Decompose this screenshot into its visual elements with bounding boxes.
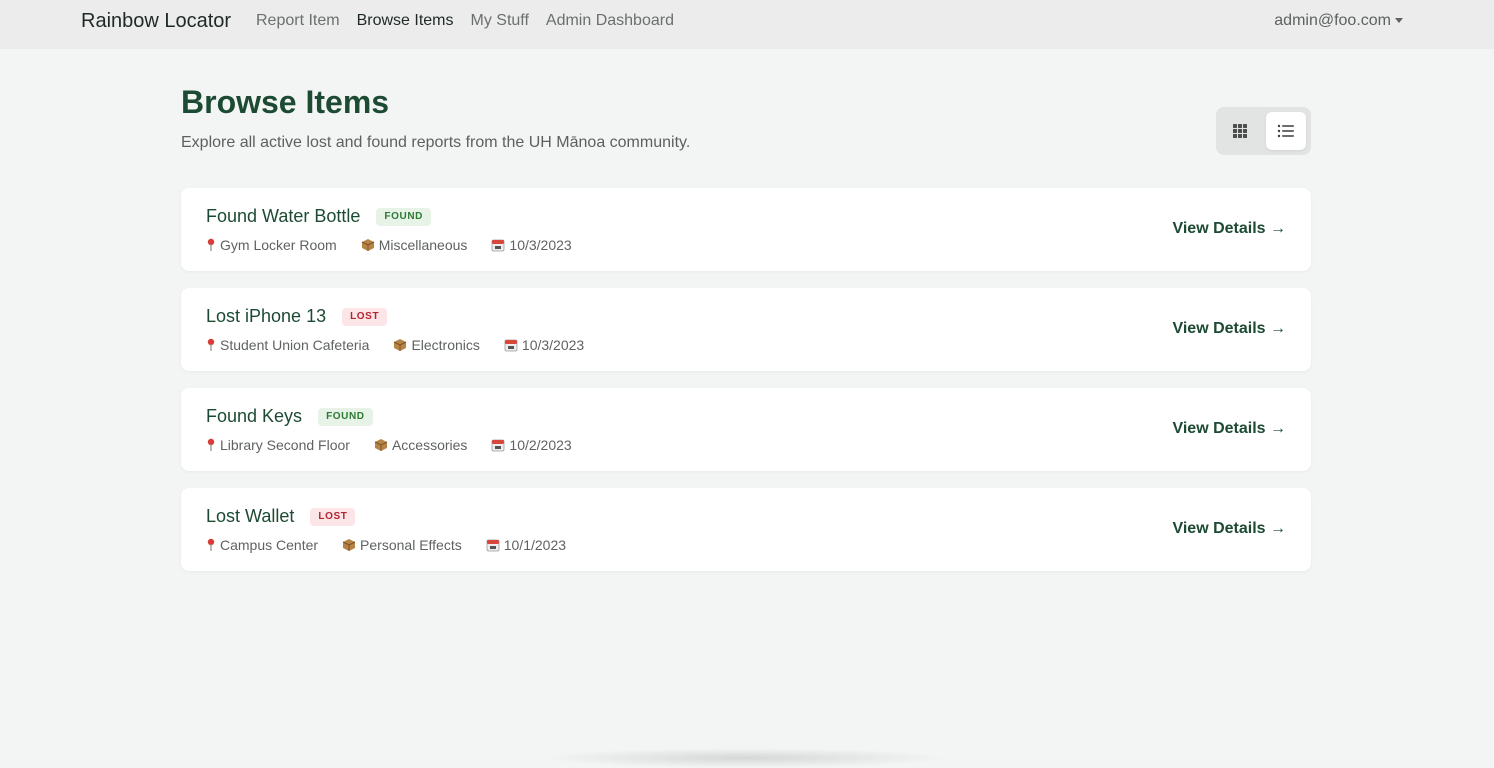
nav-link-browse-items[interactable]: Browse Items: [357, 12, 454, 30]
item-date-text: 10/1/2023: [503, 537, 567, 553]
item-card: Found Water Bottle FOUND Gym Locker Room…: [181, 188, 1311, 271]
item-meta: Library Second Floor Accessories 10/2/20…: [206, 437, 596, 453]
item-location: Campus Center: [206, 537, 318, 553]
calendar-icon: [486, 539, 500, 552]
package-icon: [374, 439, 388, 451]
item-meta: Campus Center Personal Effects 10/1/2023: [206, 537, 590, 553]
item-date-text: 10/3/2023: [521, 337, 585, 353]
location-pin-icon: [207, 438, 215, 451]
item-card: Found Keys FOUND Library Second Floor Ac…: [181, 388, 1311, 471]
item-category-text: Personal Effects: [360, 537, 462, 553]
item-title: Found Water Bottle: [206, 206, 361, 226]
item-location: Gym Locker Room: [206, 237, 337, 253]
user-menu-dropdown[interactable]: admin@foo.com: [1274, 12, 1403, 30]
grid-icon: [1233, 124, 1247, 138]
item-location-text: Library Second Floor: [220, 437, 350, 453]
view-details-link[interactable]: View Details →: [1172, 220, 1286, 238]
nav-link-admin-dashboard[interactable]: Admin Dashboard: [546, 12, 674, 30]
item-date: 10/3/2023: [504, 337, 584, 353]
item-date: 10/3/2023: [491, 237, 572, 253]
item-meta: Student Union Cafeteria Electronics 10/3…: [206, 337, 608, 353]
item-category: Accessories: [374, 437, 467, 453]
item-title: Lost Wallet: [206, 506, 295, 526]
item-date: 10/1/2023: [486, 537, 566, 553]
list-icon: [1277, 124, 1294, 138]
item-meta: Gym Locker Room Miscellaneous 10/3/2023: [206, 237, 596, 253]
item-location: Library Second Floor: [206, 437, 350, 453]
item-card: Lost iPhone 13 LOST Student Union Cafete…: [181, 288, 1311, 371]
footer-shadow: [540, 748, 950, 768]
list-view-button[interactable]: [1266, 112, 1306, 150]
status-badge: FOUND: [376, 207, 431, 226]
calendar-icon: [492, 239, 505, 252]
item-title-row: Found Keys FOUND: [206, 406, 373, 427]
item-location-text: Student Union Cafeteria: [220, 337, 370, 353]
item-card: Lost Wallet LOST Campus Center Personal …: [181, 488, 1311, 571]
item-title-row: Found Water Bottle FOUND: [206, 206, 431, 227]
item-location-text: Gym Locker Room: [220, 237, 337, 253]
item-location: Student Union Cafeteria: [206, 337, 369, 353]
item-date-text: 10/2/2023: [509, 437, 572, 453]
item-title-row: Lost Wallet LOST: [206, 506, 356, 527]
package-icon: [342, 539, 356, 551]
location-pin-icon: [207, 238, 215, 251]
item-category-text: Accessories: [391, 437, 468, 453]
item-location-text: Campus Center: [220, 537, 319, 553]
calendar-icon: [492, 439, 505, 452]
view-details-link[interactable]: View Details →: [1172, 420, 1286, 438]
item-category: Personal Effects: [342, 537, 462, 553]
package-icon: [394, 339, 407, 351]
nav-link-report-item[interactable]: Report Item: [256, 12, 340, 30]
item-list: Found Water Bottle FOUND Gym Locker Room…: [181, 188, 1311, 588]
nav-links: Report Item Browse Items My Stuff Admin …: [256, 12, 674, 30]
item-title-row: Lost iPhone 13 LOST: [206, 306, 388, 327]
item-date: 10/2/2023: [491, 437, 572, 453]
navbar: Rainbow Locator Report Item Browse Items…: [0, 0, 1494, 49]
grid-view-button[interactable]: [1220, 112, 1260, 150]
nav-link-my-stuff[interactable]: My Stuff: [471, 12, 529, 30]
calendar-icon: [504, 339, 518, 352]
brand-link[interactable]: Rainbow Locator: [81, 10, 231, 33]
page-title: Browse Items: [181, 84, 390, 120]
status-badge: FOUND: [318, 407, 373, 426]
user-email: admin@foo.com: [1274, 12, 1391, 29]
location-pin-icon: [207, 338, 215, 351]
view-details-link[interactable]: View Details →: [1172, 520, 1286, 538]
item-title: Found Keys: [206, 406, 303, 426]
item-category-text: Electronics: [411, 337, 480, 353]
item-category: Electronics: [393, 337, 480, 353]
view-details-link[interactable]: View Details →: [1172, 320, 1286, 338]
item-title: Lost iPhone 13: [206, 306, 327, 326]
caret-down-icon: [1395, 17, 1403, 23]
status-badge: LOST: [310, 507, 356, 526]
item-category: Miscellaneous: [361, 237, 468, 253]
page-subtitle: Explore all active lost and found report…: [181, 134, 691, 151]
status-badge: LOST: [342, 307, 388, 326]
view-toggle: [1216, 107, 1311, 155]
package-icon: [361, 239, 374, 251]
item-category-text: Miscellaneous: [378, 237, 468, 253]
item-date-text: 10/3/2023: [509, 237, 572, 253]
location-pin-icon: [207, 538, 215, 551]
